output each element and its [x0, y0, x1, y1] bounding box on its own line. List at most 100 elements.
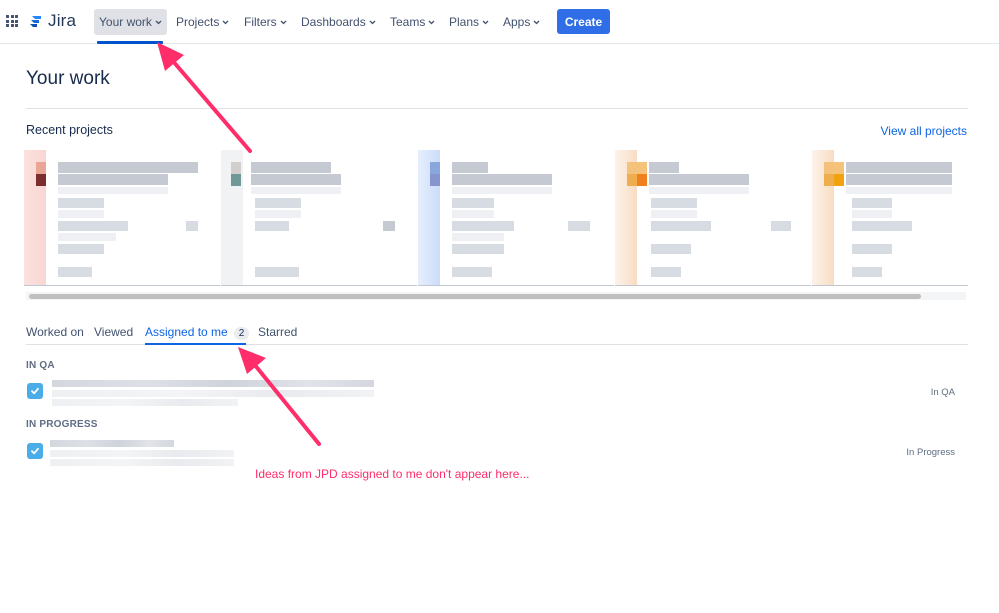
quick-link: [852, 198, 892, 208]
recent-projects-list: [24, 150, 968, 286]
work-item-status: In QA: [930, 387, 955, 398]
quick-link: [651, 198, 697, 208]
project-avatar: [231, 174, 241, 186]
task-type-icon: [27, 383, 43, 399]
project-avatar: [36, 162, 46, 174]
quick-link: [452, 244, 504, 254]
project-card[interactable]: [615, 150, 811, 286]
quick-link: [58, 221, 128, 231]
group-heading-in-qa: IN QA: [26, 360, 55, 371]
jira-logo-icon: [30, 16, 41, 27]
quick-link: [651, 244, 691, 254]
nav-label: Teams: [390, 15, 426, 29]
view-all-projects-link[interactable]: View all projects: [881, 124, 967, 138]
project-avatar: [430, 174, 440, 186]
chevron-down-icon: [533, 20, 540, 24]
nav-plans[interactable]: Plans: [444, 9, 494, 35]
board-link: [255, 267, 299, 277]
quick-link-count: [186, 221, 198, 231]
create-button[interactable]: Create: [557, 9, 610, 34]
project-name: [58, 162, 198, 173]
quick-link: [651, 221, 711, 231]
board-link: [58, 267, 92, 277]
app-switcher-icon[interactable]: [6, 15, 18, 27]
nav-label: Your work: [99, 15, 152, 29]
nav-your-work[interactable]: Your work: [94, 9, 167, 35]
nav-label: Apps: [503, 15, 531, 29]
project-type: [846, 187, 952, 194]
nav-label: Projects: [176, 15, 220, 29]
project-avatar: [637, 174, 647, 186]
nav-label: Plans: [449, 15, 480, 29]
nav-apps[interactable]: Apps: [498, 9, 545, 35]
quick-link: [852, 244, 892, 254]
chevron-down-icon: [155, 20, 162, 24]
task-type-icon: [27, 443, 43, 459]
group-heading-in-progress: IN PROGRESS: [26, 419, 98, 430]
chevron-down-icon: [222, 20, 229, 24]
project-avatar: [627, 162, 647, 174]
nav-teams[interactable]: Teams: [385, 9, 440, 35]
chevron-down-icon: [482, 20, 489, 24]
project-type: [452, 187, 552, 194]
project-card[interactable]: [221, 150, 417, 286]
checkmark-icon: [31, 447, 39, 455]
top-navigation: Jira Your work Projects Filters Dashboar…: [0, 0, 999, 44]
chevron-down-icon: [428, 20, 435, 24]
annotation-arrow-nav: [157, 42, 252, 153]
quick-link: [651, 210, 697, 218]
horizontal-scrollbar-thumb[interactable]: [29, 294, 921, 299]
project-name: [649, 174, 749, 185]
project-name: [649, 162, 679, 173]
nav-projects[interactable]: Projects: [171, 9, 234, 35]
work-item-title[interactable]: [52, 380, 374, 387]
project-name: [251, 162, 331, 173]
nav-dashboards[interactable]: Dashboards: [296, 9, 381, 35]
annotation-arrows: [157, 42, 321, 446]
project-avatar: [627, 174, 637, 186]
active-nav-indicator: [97, 41, 163, 44]
project-type: [649, 187, 749, 194]
quick-link: [58, 244, 104, 254]
work-item-project: [50, 459, 234, 466]
work-item-project: [52, 399, 238, 406]
tab-assigned-to-me[interactable]: Assigned to me 2: [145, 325, 250, 340]
nav-filters[interactable]: Filters: [239, 9, 292, 35]
project-name: [452, 162, 488, 173]
project-card[interactable]: [812, 150, 968, 286]
checkmark-icon: [31, 387, 39, 395]
project-name: [846, 162, 952, 173]
quick-link: [452, 198, 494, 208]
tab-viewed[interactable]: Viewed: [94, 325, 133, 339]
project-type: [251, 187, 341, 194]
quick-link: [58, 198, 104, 208]
project-name: [846, 174, 952, 185]
tab-worked-on[interactable]: Worked on: [26, 325, 84, 339]
project-card[interactable]: [24, 150, 220, 286]
quick-link: [452, 221, 514, 231]
nav-label: Filters: [244, 15, 277, 29]
project-type: [58, 187, 168, 194]
project-card[interactable]: [418, 150, 614, 286]
tab-starred[interactable]: Starred: [258, 325, 297, 339]
work-item-title: [50, 450, 234, 457]
annotation-note: Ideas from JPD assigned to me don't appe…: [255, 467, 530, 481]
quick-link-count: [383, 221, 395, 231]
quick-link-count: [568, 221, 590, 231]
project-avatar: [36, 174, 46, 186]
quick-link: [255, 198, 301, 208]
board-link: [651, 267, 681, 277]
board-link: [452, 267, 492, 277]
quick-link: [58, 210, 104, 218]
work-item-title: [52, 390, 374, 397]
project-name: [452, 174, 552, 185]
quick-link: [852, 221, 912, 231]
page-title: Your work: [26, 68, 110, 89]
quick-link: [58, 233, 116, 241]
project-avatar: [824, 162, 844, 174]
jira-logo[interactable]: Jira: [28, 11, 76, 31]
chevron-down-icon: [369, 20, 376, 24]
product-name: Jira: [48, 11, 77, 30]
quick-link: [255, 221, 289, 231]
work-item-title[interactable]: [50, 440, 174, 447]
